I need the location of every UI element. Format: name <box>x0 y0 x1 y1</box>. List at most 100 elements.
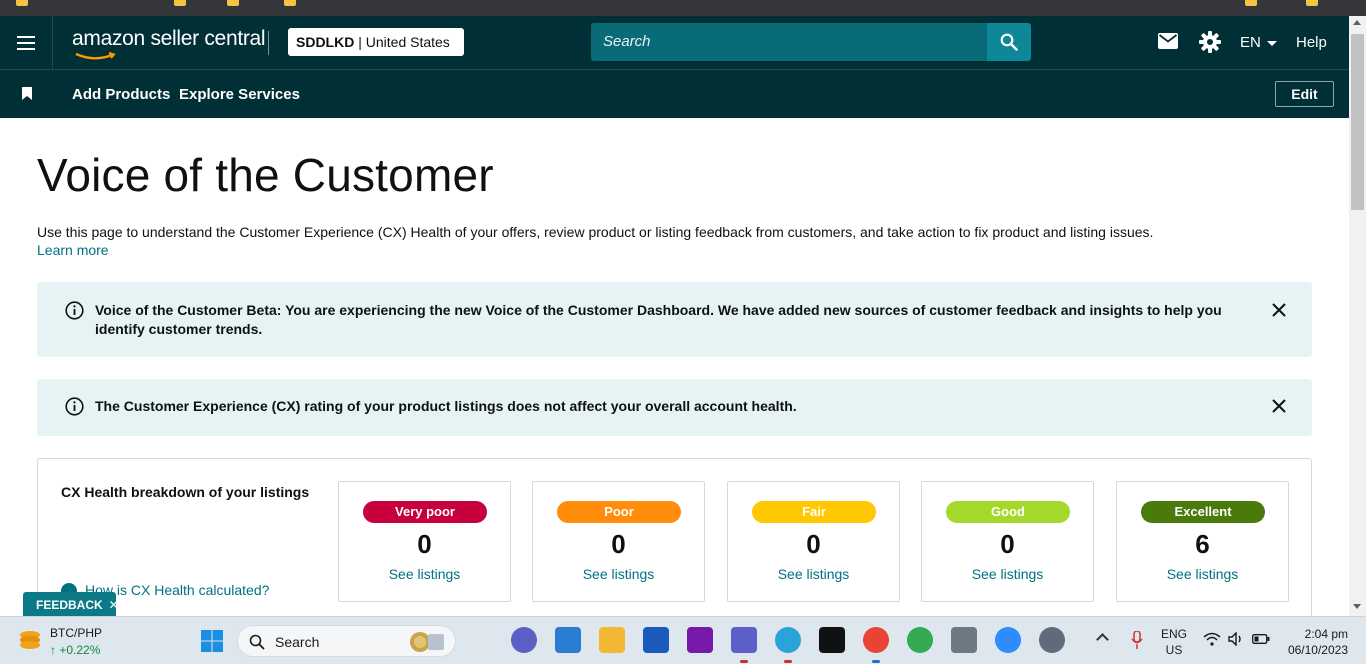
beta-alert: Voice of the Customer Beta: You are expe… <box>37 282 1312 357</box>
alert-message: Voice of the Customer Beta: You are expe… <box>95 302 1222 337</box>
app-running-indicator <box>872 660 880 663</box>
scroll-down-icon[interactable] <box>1353 604 1361 609</box>
see-listings-link[interactable]: See listings <box>728 566 899 582</box>
bookmark-folder-icon[interactable] <box>284 0 296 6</box>
info-icon <box>65 301 84 320</box>
cx-tile-excellent: Excellent 6 See listings <box>1116 481 1289 602</box>
feedback-tab[interactable]: FEEDBACK ✕ <box>23 592 119 616</box>
quick-links-bar: Add Products Explore Services Edit <box>0 70 1349 118</box>
scroll-thumb[interactable] <box>1351 34 1364 210</box>
bitcoin-coins-icon[interactable] <box>18 628 42 652</box>
cx-count: 0 <box>417 529 432 559</box>
scroll-up-icon[interactable] <box>1353 20 1361 25</box>
search-icon <box>249 634 265 650</box>
telegram-app-icon[interactable] <box>775 627 801 653</box>
netflix-app-icon[interactable] <box>819 627 845 653</box>
alert-message: The Customer Experience (CX) rating of y… <box>95 398 797 414</box>
see-listings-link[interactable]: See listings <box>922 566 1093 582</box>
see-listings-link[interactable]: See listings <box>533 566 704 582</box>
explore-services-link[interactable]: Explore Services <box>179 86 300 103</box>
language-selector[interactable]: EN <box>1240 34 1277 51</box>
app-running-indicator <box>740 660 748 663</box>
calculator-app-icon[interactable] <box>951 627 977 653</box>
account-name: SDDLKD <box>296 34 355 50</box>
cx-count: 0 <box>1000 529 1015 559</box>
arrow-up-icon: ↑ <box>50 643 56 657</box>
cx-count: 6 <box>1195 529 1210 559</box>
page-scrollbar[interactable] <box>1349 16 1366 616</box>
cx-rating-alert: The Customer Experience (CX) rating of y… <box>37 379 1312 436</box>
bookmark-folder-icon[interactable] <box>227 0 239 6</box>
cx-tile-very-poor: Very poor 0 See listings <box>338 481 511 602</box>
bookmark-icon[interactable] <box>22 87 32 100</box>
account-region: | United States <box>358 34 450 50</box>
search-highlight-icon <box>410 632 444 652</box>
help-link[interactable]: Help <box>1296 34 1327 51</box>
mail-icon[interactable] <box>1158 33 1178 49</box>
add-products-link[interactable]: Add Products <box>72 86 170 103</box>
account-switcher[interactable]: SDDLKD | United States <box>288 28 464 56</box>
notepad-app-icon[interactable] <box>555 627 581 653</box>
cx-badge: Very poor <box>363 501 487 523</box>
chrome-app-icon[interactable] <box>863 627 889 653</box>
page-title: Voice of the Customer <box>37 149 494 201</box>
bookmark-folder-icon[interactable] <box>1306 0 1318 6</box>
bookmark-folder-icon[interactable] <box>1245 0 1257 6</box>
ticker-change: ↑ +0.22% <box>50 643 101 657</box>
battery-icon[interactable] <box>1252 634 1270 644</box>
see-listings-link[interactable]: See listings <box>339 566 510 582</box>
file-explorer-icon[interactable] <box>599 627 625 653</box>
system-clock[interactable]: 2:04 pm 06/10/2023 <box>1282 626 1348 658</box>
close-icon[interactable] <box>1272 303 1286 317</box>
meet-app-icon[interactable] <box>511 627 537 653</box>
cx-count: 0 <box>806 529 821 559</box>
seller-central-logo[interactable]: amazon seller central <box>72 27 266 60</box>
cx-badge: Poor <box>557 501 681 523</box>
taskbar-search[interactable]: Search <box>237 625 456 657</box>
microphone-icon[interactable] <box>1131 631 1143 649</box>
top-header: amazon seller central SDDLKD | United St… <box>0 16 1349 70</box>
os-taskbar: BTC/PHP ↑ +0.22% Search ENG US 2:04 pm 06/… <box>0 616 1366 664</box>
header-divider <box>268 31 269 55</box>
windows-start-icon[interactable] <box>201 630 223 652</box>
settings-app-icon[interactable] <box>1039 627 1065 653</box>
bookmark-folder-icon[interactable] <box>174 0 186 6</box>
cx-badge: Good <box>946 501 1070 523</box>
cx-tile-good: Good 0 See listings <box>921 481 1094 602</box>
amazon-smile-icon <box>75 52 116 60</box>
chevron-up-icon[interactable] <box>1096 633 1109 646</box>
info-icon <box>65 397 84 416</box>
close-icon[interactable] <box>1272 399 1286 413</box>
word-app-icon[interactable] <box>643 627 669 653</box>
chevron-down-icon <box>1266 40 1277 46</box>
page-description: Use this page to understand the Customer… <box>37 224 1154 240</box>
ticker-name: BTC/PHP <box>50 626 103 640</box>
zoom-app-icon[interactable] <box>995 627 1021 653</box>
taskbar-search-label: Search <box>275 634 320 650</box>
hamburger-menu-icon[interactable] <box>0 16 53 69</box>
app-running-indicator <box>784 660 792 663</box>
cx-tile-fair: Fair 0 See listings <box>727 481 900 602</box>
search-button[interactable] <box>987 23 1031 61</box>
learn-more-link[interactable]: Learn more <box>37 242 109 258</box>
close-icon[interactable]: ✕ <box>109 598 119 612</box>
see-listings-link[interactable]: See listings <box>1117 566 1288 582</box>
teams-app-icon[interactable] <box>731 627 757 653</box>
chrome-profile-icon[interactable] <box>907 627 933 653</box>
wifi-icon[interactable] <box>1203 632 1221 646</box>
gear-icon[interactable] <box>1199 31 1221 53</box>
bookmark-folder-icon[interactable] <box>16 0 28 6</box>
cx-badge: Fair <box>752 501 876 523</box>
cx-health-card: CX Health breakdown of your listings How… <box>37 458 1312 618</box>
volume-icon[interactable] <box>1228 632 1244 646</box>
browser-bookmarks-bar <box>0 0 1366 16</box>
cx-badge: Excellent <box>1141 501 1265 523</box>
onenote-app-icon[interactable] <box>687 627 713 653</box>
cx-health-heading: CX Health breakdown of your listings <box>61 484 310 500</box>
edit-button[interactable]: Edit <box>1275 81 1334 107</box>
cx-tile-poor: Poor 0 See listings <box>532 481 705 602</box>
input-language[interactable]: ENG US <box>1161 626 1187 658</box>
cx-count: 0 <box>611 529 626 559</box>
search-icon <box>1000 33 1018 51</box>
search-input[interactable]: Search <box>591 23 988 61</box>
